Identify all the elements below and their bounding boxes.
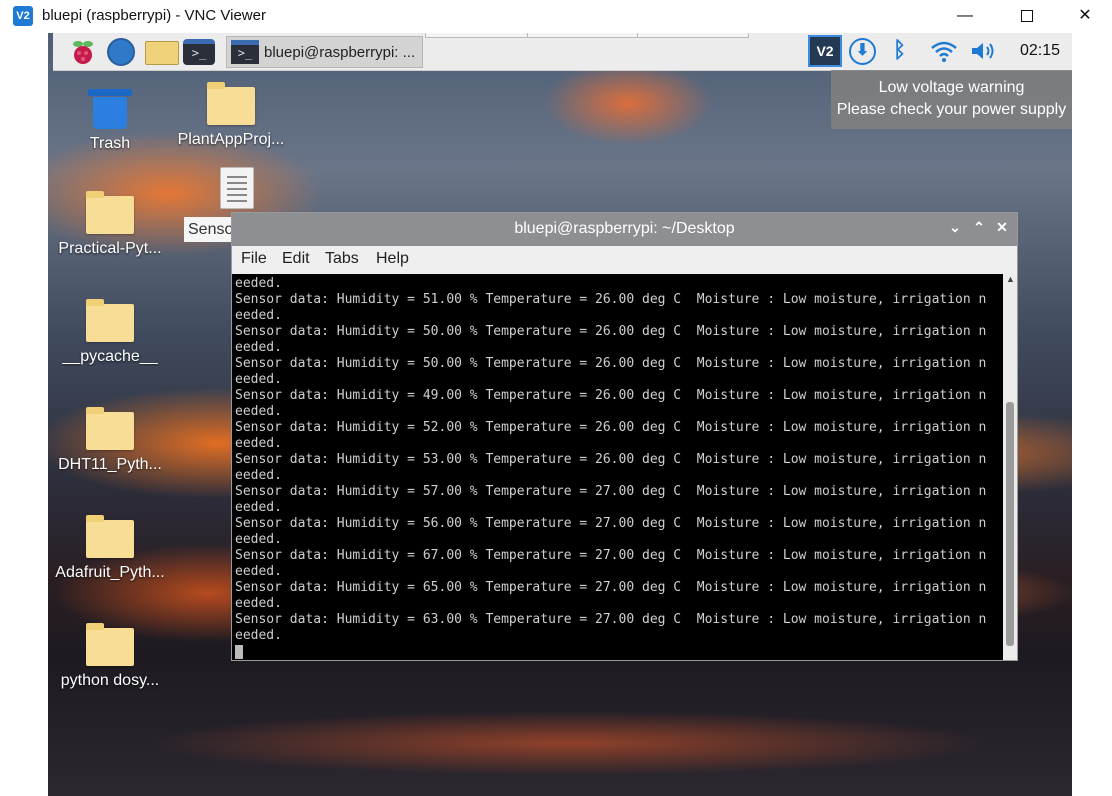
taskbar-empty-slot[interactable] bbox=[425, 33, 529, 38]
taskbar-task-label: bluepi@raspberrypi: ... bbox=[264, 44, 416, 61]
terminal-output-line: Sensor data: Humidity = 56.00 % Temperat… bbox=[235, 516, 987, 531]
terminal-output-line: Sensor data: Humidity = 50.00 % Temperat… bbox=[235, 356, 987, 371]
bluetooth-icon[interactable]: ᛒ bbox=[893, 37, 906, 63]
terminal-output-line: Sensor data: Humidity = 50.00 % Temperat… bbox=[235, 324, 987, 339]
folder-icon bbox=[86, 515, 134, 558]
menu-edit[interactable]: Edit bbox=[282, 250, 310, 268]
taskbar-terminal-task[interactable]: >_ bluepi@raspberrypi: ... bbox=[226, 36, 423, 68]
folder-icon bbox=[86, 299, 134, 342]
terminal-output-line: eeded. bbox=[235, 276, 282, 291]
clock[interactable]: 02:15 bbox=[1020, 42, 1060, 60]
scrollbar-thumb[interactable] bbox=[1006, 402, 1014, 646]
desktop-icon-dht11-python[interactable]: DHT11_Pyth... bbox=[55, 407, 165, 474]
menu-help[interactable]: Help bbox=[376, 250, 409, 268]
maximize-icon bbox=[1021, 9, 1033, 22]
web-browser-icon[interactable] bbox=[107, 38, 135, 66]
download-updates-icon[interactable]: ⬇ bbox=[849, 38, 876, 65]
vnc-title-bar: V2 bluepi (raspberrypi) - VNC Viewer — ✕ bbox=[0, 0, 1112, 33]
terminal-output-line: eeded. bbox=[235, 308, 282, 323]
terminal-output-line: eeded. bbox=[235, 340, 282, 355]
trash-icon bbox=[88, 89, 132, 129]
folder-icon bbox=[207, 82, 255, 125]
desktop-icon-pycache[interactable]: __pycache__ bbox=[55, 299, 165, 366]
desktop-icon-label-sensor-file[interactable]: Senso bbox=[184, 217, 236, 242]
terminal-scrollbar[interactable]: ▲ bbox=[1003, 274, 1017, 660]
terminal-output-line: Sensor data: Humidity = 65.00 % Temperat… bbox=[235, 580, 987, 595]
desktop-icon-label: Adafruit_Pyth... bbox=[55, 564, 165, 581]
desktop-icon-label: DHT11_Pyth... bbox=[58, 456, 162, 473]
terminal-output-line: Sensor data: Humidity = 49.00 % Temperat… bbox=[235, 388, 987, 403]
terminal-output-line: Sensor data: Humidity = 67.00 % Temperat… bbox=[235, 548, 987, 563]
taskbar-empty-slot[interactable] bbox=[527, 33, 639, 38]
desktop-icon-label: PlantAppProj... bbox=[177, 131, 285, 148]
terminal-title-bar[interactable]: bluepi@raspberrypi: ~/Desktop ⌄ ⌃ ✕ bbox=[232, 213, 1017, 246]
terminal-task-icon: >_ bbox=[231, 40, 259, 64]
desktop-icon-label: __pycache__ bbox=[62, 348, 158, 365]
maximize-button[interactable] bbox=[1004, 0, 1050, 32]
terminal-output-line: eeded. bbox=[235, 532, 282, 547]
terminal-launcher-icon[interactable]: >_ bbox=[183, 39, 215, 65]
folder-icon bbox=[86, 407, 134, 450]
terminal-minimize-button[interactable]: ⌄ bbox=[945, 219, 965, 236]
terminal-title: bluepi@raspberrypi: ~/Desktop bbox=[514, 220, 735, 237]
menu-file[interactable]: File bbox=[241, 250, 267, 268]
raspberry-menu-icon[interactable] bbox=[69, 38, 97, 66]
terminal-output-line: eeded. bbox=[235, 372, 282, 387]
terminal-maximize-button[interactable]: ⌃ bbox=[969, 219, 989, 236]
terminal-output-line: Sensor data: Humidity = 51.00 % Temperat… bbox=[235, 292, 987, 307]
terminal-output-line: eeded. bbox=[235, 628, 282, 643]
terminal-output-line: eeded. bbox=[235, 468, 282, 483]
terminal-output-line: eeded. bbox=[235, 404, 282, 419]
notification-title: Low voltage warning bbox=[878, 79, 1025, 96]
terminal-close-button[interactable]: ✕ bbox=[992, 219, 1012, 236]
terminal-output-line: Sensor data: Humidity = 57.00 % Temperat… bbox=[235, 484, 987, 499]
file-manager-icon[interactable] bbox=[145, 41, 179, 65]
raspberry-taskbar: >_ >_ bluepi@raspberrypi: ... V2 ⬇ ᛒ 02:… bbox=[53, 33, 1072, 71]
desktop-icon-plantappproj[interactable]: PlantAppProj... bbox=[176, 82, 286, 149]
vnc-logo-icon: V2 bbox=[13, 6, 33, 26]
terminal-output-line: Sensor data: Humidity = 52.00 % Temperat… bbox=[235, 420, 987, 435]
terminal-output-line: eeded. bbox=[235, 596, 282, 611]
desktop-icon-label: python dosy... bbox=[60, 672, 160, 689]
terminal-window[interactable]: bluepi@raspberrypi: ~/Desktop ⌄ ⌃ ✕ File… bbox=[231, 212, 1018, 661]
desktop-icon-trash[interactable]: Trash bbox=[55, 89, 165, 153]
wifi-icon[interactable] bbox=[930, 39, 958, 68]
menu-tabs[interactable]: Tabs bbox=[325, 250, 359, 268]
document-icon[interactable] bbox=[220, 167, 254, 209]
low-voltage-notification[interactable]: Low voltage warning Please check your po… bbox=[831, 70, 1072, 129]
desktop-icon-python-dosya[interactable]: python dosy... bbox=[55, 623, 165, 690]
notification-message: Please check your power supply bbox=[836, 101, 1067, 118]
terminal-cursor bbox=[235, 644, 243, 659]
desktop-icon-label: Practical-Pyt... bbox=[58, 240, 162, 257]
minimize-button[interactable]: — bbox=[942, 0, 988, 32]
vnc-tray-icon[interactable]: V2 bbox=[808, 35, 842, 67]
terminal-prompt-line[interactable] bbox=[235, 644, 1003, 660]
desktop-icon-practical-python[interactable]: Practical-Pyt... bbox=[55, 191, 165, 258]
vnc-window-title: bluepi (raspberrypi) - VNC Viewer bbox=[42, 7, 266, 24]
terminal-output-line: Sensor data: Humidity = 63.00 % Temperat… bbox=[235, 612, 987, 627]
desktop-icon-adafruit-python[interactable]: Adafruit_Pyth... bbox=[55, 515, 165, 582]
close-button[interactable]: ✕ bbox=[1062, 0, 1108, 32]
remote-desktop[interactable]: >_ >_ bluepi@raspberrypi: ... V2 ⬇ ᛒ 02:… bbox=[48, 33, 1072, 796]
terminal-output-line: eeded. bbox=[235, 436, 282, 451]
scroll-up-arrow-icon[interactable]: ▲ bbox=[1006, 274, 1015, 284]
desktop-icon-label: Trash bbox=[89, 135, 131, 152]
volume-icon[interactable] bbox=[970, 40, 998, 67]
terminal-output-line: eeded. bbox=[235, 564, 282, 579]
terminal-output-line: eeded. bbox=[235, 500, 282, 515]
terminal-menu-bar: File Edit Tabs Help bbox=[232, 246, 1017, 274]
terminal-output-line: Sensor data: Humidity = 53.00 % Temperat… bbox=[235, 452, 987, 467]
terminal-output[interactable]: eeded. Sensor data: Humidity = 51.00 % Te… bbox=[232, 274, 1003, 660]
taskbar-empty-slot[interactable] bbox=[637, 33, 749, 38]
folder-icon bbox=[86, 623, 134, 666]
folder-icon bbox=[86, 191, 134, 234]
